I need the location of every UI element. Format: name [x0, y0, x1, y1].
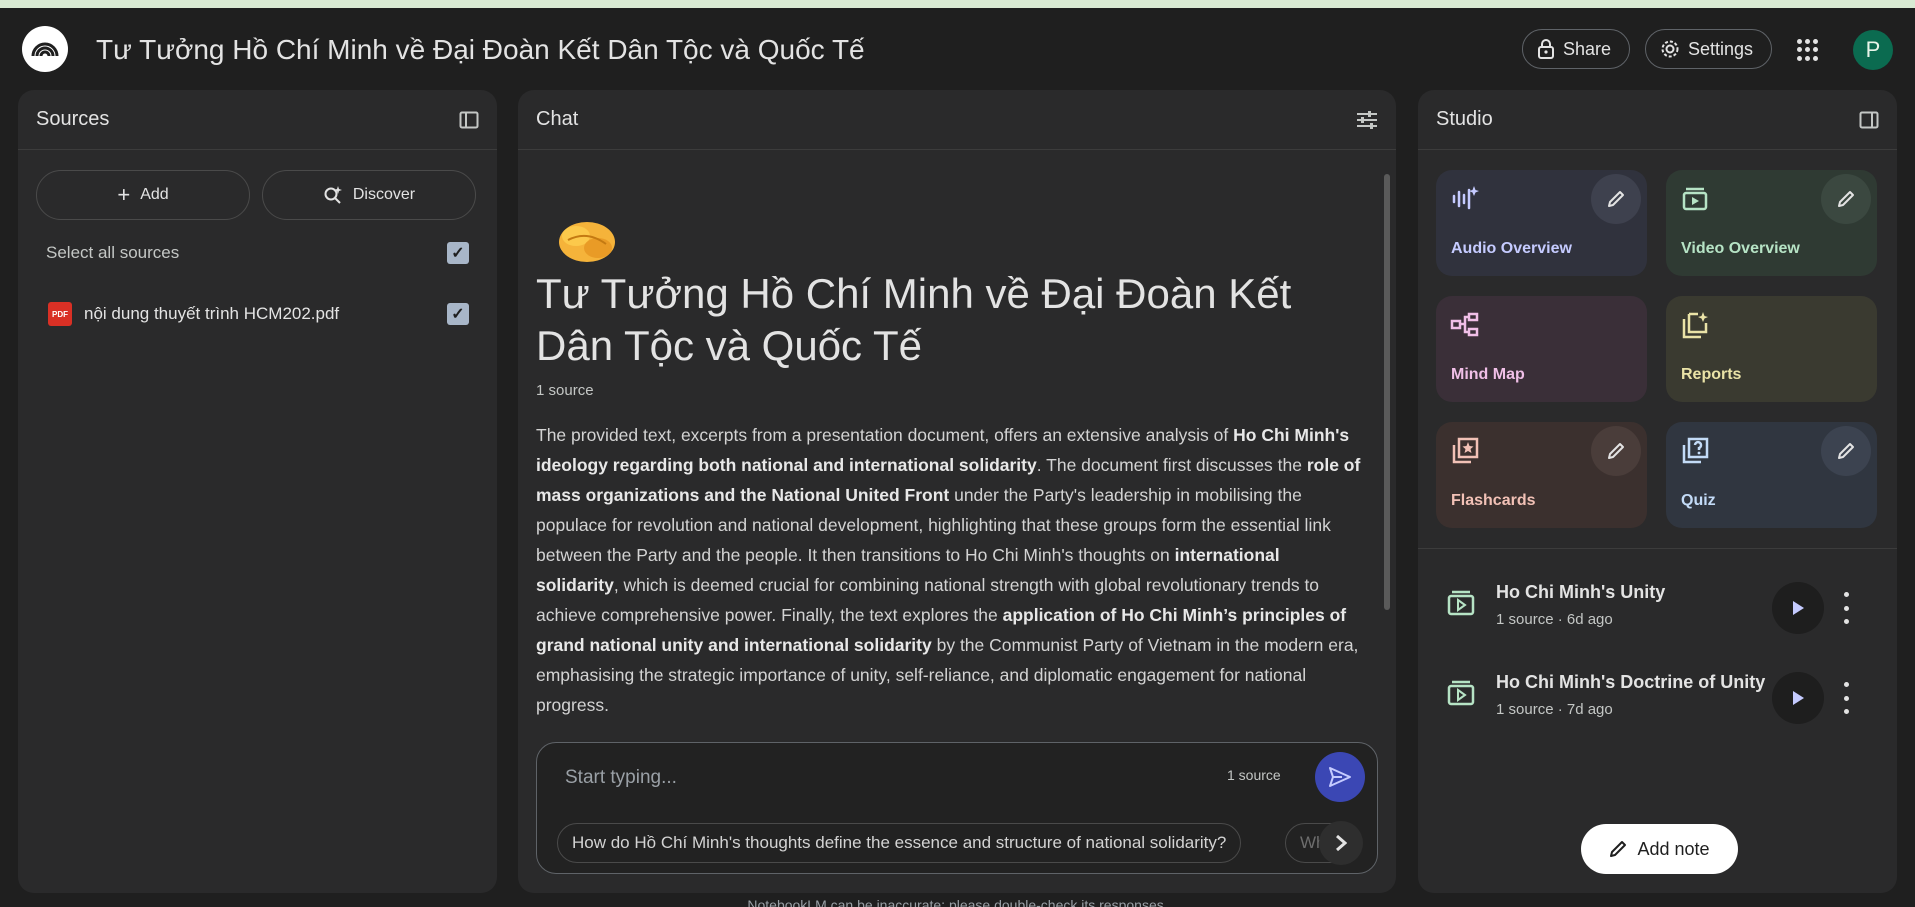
note-title: Ho Chi Minh's Unity — [1496, 582, 1666, 602]
quiz-edit-button[interactable] — [1821, 426, 1871, 476]
notebook-summary: The provided text, excerpts from a prese… — [536, 420, 1366, 720]
pencil-icon — [1838, 191, 1854, 207]
audio-overview-card[interactable]: Audio Overview — [1436, 170, 1647, 276]
flashcards-card[interactable]: Flashcards — [1436, 422, 1647, 528]
suggested-question[interactable]: How do Hồ Chí Minh's thoughts define the… — [557, 823, 1242, 863]
sources-header: Sources — [18, 90, 497, 150]
video-overview-label: Video Overview — [1681, 240, 1800, 257]
studio-header: Studio — [1418, 90, 1897, 150]
video-overview-edit-button[interactable] — [1821, 174, 1871, 224]
pencil-icon — [1608, 443, 1624, 459]
flashcards-label: Flashcards — [1451, 492, 1536, 509]
add-note-button[interactable]: Add note — [1581, 824, 1738, 874]
select-all-checkbox[interactable]: ✓ — [447, 242, 469, 264]
video-overview-card[interactable]: Video Overview — [1666, 170, 1877, 276]
chat-composer: 1 source How do Hồ Chí Minh's thoughts d… — [536, 742, 1378, 874]
app-header: Tư Tưởng Hồ Chí Minh về Đại Đoàn Kết Dân… — [0, 8, 1915, 90]
share-button[interactable]: Share — [1522, 29, 1630, 69]
audio-waveform-icon — [1452, 186, 1479, 210]
settings-label: Settings — [1688, 38, 1754, 59]
notebook-heading: Tư Tưởng Hồ Chí Minh về Đại Đoàn Kết Dân… — [536, 270, 1292, 369]
chat-title: Chat — [536, 108, 579, 130]
send-icon — [1329, 767, 1351, 787]
video-icon — [1447, 590, 1475, 616]
studio-divider — [1418, 548, 1897, 549]
flashcards-icon — [1452, 437, 1479, 464]
more-options-icon[interactable] — [1842, 682, 1850, 714]
gear-icon — [1661, 40, 1679, 58]
play-icon — [1793, 601, 1804, 615]
sources-title: Sources — [36, 108, 110, 130]
send-button[interactable] — [1315, 752, 1365, 802]
pencil-icon — [1838, 443, 1854, 459]
pencil-icon — [1608, 191, 1624, 207]
source-item[interactable]: PDF nội dung thuyết trình HCM202.pdf ✓ — [38, 302, 477, 326]
more-options-icon[interactable] — [1842, 592, 1850, 624]
next-suggestions-button[interactable] — [1319, 821, 1363, 865]
quiz-icon — [1682, 437, 1709, 464]
studio-note-item[interactable]: Ho Chi Minh's Unity 1 source · 6d ago — [1418, 564, 1897, 654]
plus-icon: + — [117, 182, 131, 207]
select-all-row: Select all sources ✓ — [38, 242, 477, 264]
video-icon — [1447, 680, 1475, 706]
search-sparkle-icon — [324, 186, 342, 204]
disclaimer-footer: NotebookLM can be inaccurate; please dou… — [747, 897, 1168, 907]
settings-button[interactable]: Settings — [1645, 29, 1772, 69]
source-checkbox[interactable]: ✓ — [447, 303, 469, 325]
reports-icon — [1682, 312, 1708, 339]
handshake-icon — [559, 222, 615, 262]
note-title: Ho Chi Minh's Doctrine of Unity — [1496, 672, 1766, 692]
share-label: Share — [1563, 38, 1612, 59]
studio-title: Studio — [1436, 108, 1493, 130]
notebook-logo-icon[interactable] — [22, 26, 68, 72]
avatar[interactable]: P — [1853, 30, 1893, 70]
mind-map-icon — [1450, 312, 1479, 337]
mind-map-card[interactable]: Mind Map — [1436, 296, 1647, 402]
quiz-card[interactable]: Quiz — [1666, 422, 1877, 528]
chat-input[interactable] — [565, 763, 1205, 793]
top-accent-bar — [0, 0, 1915, 8]
add-label: Add — [140, 186, 169, 203]
chat-scrollbar[interactable] — [1384, 174, 1390, 610]
summary-text: The provided text, excerpts from a prese… — [536, 425, 1234, 445]
chat-header: Chat — [518, 90, 1396, 150]
audio-overview-label: Audio Overview — [1451, 240, 1572, 257]
note-meta: 1 source · 6d ago — [1496, 611, 1613, 628]
source-name: nội dung thuyết trình HCM202.pdf — [84, 304, 340, 323]
composer-source-count: 1 source — [1227, 767, 1281, 783]
mind-map-label: Mind Map — [1451, 366, 1525, 383]
quiz-label: Quiz — [1681, 492, 1716, 509]
studio-note-item[interactable]: Ho Chi Minh's Doctrine of Unity 1 source… — [1418, 654, 1897, 744]
reports-label: Reports — [1681, 366, 1742, 383]
summary-text: . The document first discusses the — [1036, 455, 1307, 475]
note-meta: 1 source · 7d ago — [1496, 701, 1613, 718]
pencil-icon — [1610, 841, 1627, 857]
select-all-label: Select all sources — [46, 243, 180, 262]
lock-icon — [1538, 39, 1554, 59]
play-icon — [1793, 691, 1804, 705]
apps-grid-icon[interactable] — [1797, 39, 1819, 61]
collapse-panel-icon[interactable] — [459, 110, 479, 130]
add-note-label: Add note — [1637, 838, 1710, 859]
chevron-right-icon — [1336, 834, 1347, 852]
add-source-button[interactable]: + Add — [36, 170, 250, 220]
audio-overview-edit-button[interactable] — [1591, 174, 1641, 224]
play-button[interactable] — [1772, 672, 1824, 724]
suggested-question-text: How do Hồ Chí Minh's thoughts define the… — [572, 833, 1227, 852]
chat-panel: Chat Tư Tưởng Hồ Chí Minh về Đại Đoàn Kế… — [518, 90, 1396, 893]
discover-label: Discover — [352, 186, 416, 203]
source-count: 1 source — [536, 382, 594, 399]
play-button[interactable] — [1772, 582, 1824, 634]
pdf-icon: PDF — [48, 302, 72, 326]
collapse-panel-icon[interactable] — [1859, 110, 1879, 130]
studio-panel: Studio Audio Overview Video Overview Min… — [1418, 90, 1897, 893]
video-icon — [1682, 187, 1708, 211]
reports-card[interactable]: Reports — [1666, 296, 1877, 402]
discover-button[interactable]: Discover — [262, 170, 476, 220]
sources-panel: Sources + Add Discover Select all source… — [18, 90, 497, 893]
notebook-title[interactable]: Tư Tưởng Hồ Chí Minh về Đại Đoàn Kết Dân… — [96, 34, 865, 66]
tune-icon[interactable] — [1356, 110, 1378, 130]
flashcards-edit-button[interactable] — [1591, 426, 1641, 476]
